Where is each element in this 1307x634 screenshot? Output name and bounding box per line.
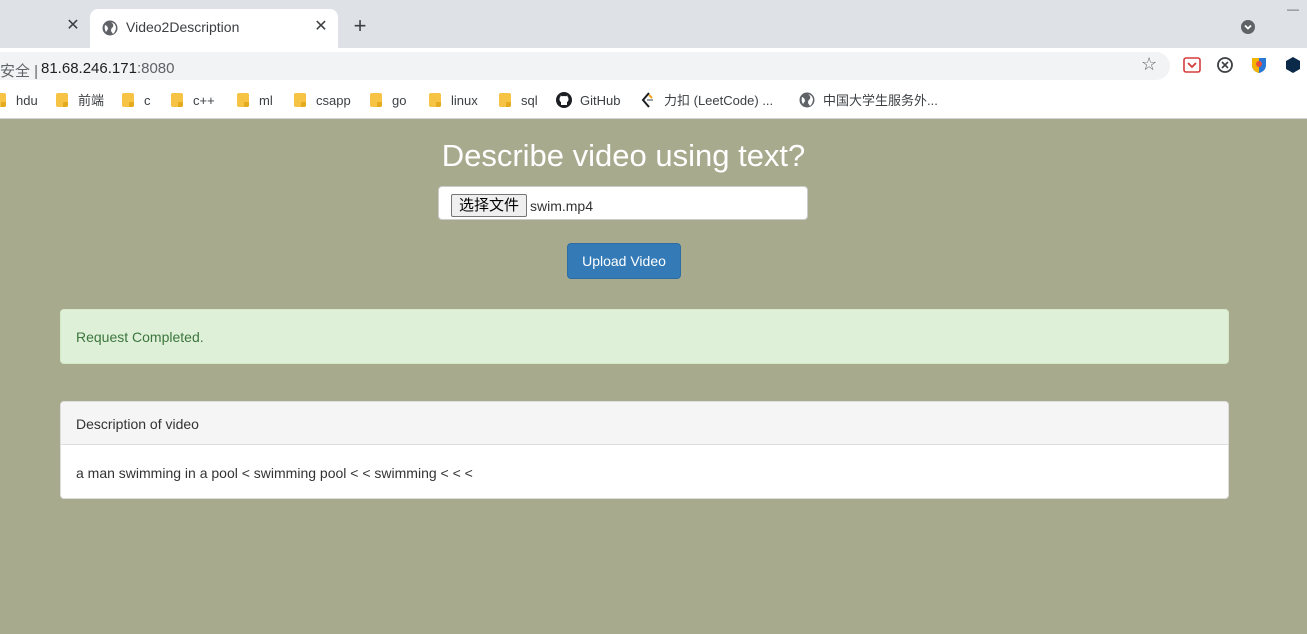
new-tab-icon[interactable]: + bbox=[349, 15, 371, 38]
bookmark-leetcode[interactable]: 力扣 (LeetCode) ... bbox=[640, 92, 773, 110]
description-panel: Description of video a man swimming in a… bbox=[60, 401, 1229, 499]
bookmark-cpp[interactable]: c++ bbox=[171, 92, 215, 110]
globe-icon bbox=[102, 20, 118, 36]
address-bar[interactable]: 安全 | 81.68.246.171:8080 bbox=[0, 52, 1170, 80]
folder-icon bbox=[122, 93, 134, 107]
bookmark-hdu[interactable]: hdu bbox=[0, 92, 38, 110]
bookmark-github[interactable]: GitHub bbox=[556, 92, 620, 110]
panel-header: Description of video bbox=[61, 402, 1228, 445]
page-title: Describe video using text? bbox=[441, 138, 806, 173]
video-description-text: a man swimming in a pool < swimming pool… bbox=[76, 465, 473, 481]
bookmark-csapp[interactable]: csapp bbox=[294, 92, 351, 110]
url-text[interactable]: 81.68.246.171:8080 bbox=[41, 60, 174, 77]
url-host: 81.68.246.171 bbox=[41, 60, 137, 77]
tab-title: Video2Description bbox=[126, 19, 240, 35]
choose-file-button[interactable]: 选择文件 bbox=[451, 194, 528, 217]
folder-icon bbox=[429, 93, 441, 107]
pocket-extension-icon[interactable] bbox=[1183, 56, 1201, 74]
shield-extension-icon[interactable] bbox=[1250, 56, 1268, 74]
folder-icon bbox=[0, 93, 6, 107]
bookmark-go[interactable]: go bbox=[370, 92, 406, 110]
selected-file-name: swim.mp4 bbox=[530, 198, 594, 214]
bookmark-service-outsourcing[interactable]: 中国大学生服务外... bbox=[799, 92, 938, 110]
folder-icon bbox=[370, 93, 382, 107]
panel-title: Description of video bbox=[76, 416, 199, 432]
folder-icon bbox=[499, 93, 511, 107]
bookmark-star-icon[interactable]: ☆ bbox=[1141, 54, 1157, 75]
tab-search-icon[interactable] bbox=[1240, 19, 1256, 35]
folder-icon bbox=[237, 93, 249, 107]
hexagon-extension-icon[interactable] bbox=[1284, 56, 1302, 74]
success-alert: Request Completed. bbox=[60, 309, 1229, 364]
globe-icon bbox=[799, 92, 815, 108]
folder-icon bbox=[56, 93, 68, 107]
folder-icon bbox=[171, 93, 183, 107]
minimize-icon[interactable]: — bbox=[1287, 3, 1301, 15]
github-icon bbox=[556, 92, 572, 108]
close-icon[interactable]: ✕ bbox=[312, 18, 330, 36]
bookmarks-bar: hdu 前端 c c++ ml csapp go linux sql GitHu… bbox=[0, 82, 1307, 119]
navigation-bar: 安全 | 81.68.246.171:8080 ☆ bbox=[0, 48, 1307, 82]
url-port: :8080 bbox=[136, 60, 175, 77]
bookmark-sql[interactable]: sql bbox=[499, 92, 538, 110]
bookmark-linux[interactable]: linux bbox=[429, 92, 478, 110]
tab-video2description[interactable]: Video2Description ✕ bbox=[90, 9, 338, 48]
folder-icon bbox=[294, 93, 306, 107]
sync-extension-icon[interactable] bbox=[1216, 56, 1234, 74]
security-indicator[interactable]: 安全 | bbox=[0, 60, 38, 81]
bookmark-c[interactable]: c bbox=[122, 92, 151, 110]
leetcode-icon bbox=[641, 92, 653, 108]
alert-message: Request Completed. bbox=[76, 329, 204, 345]
bookmark-frontend[interactable]: 前端 bbox=[56, 92, 104, 110]
file-input-field[interactable]: 选择文件 swim.mp4 bbox=[438, 186, 808, 220]
close-icon[interactable]: ✕ bbox=[64, 17, 82, 35]
tab-strip: ✕ Video2Description ✕ + — bbox=[0, 0, 1307, 48]
upload-video-button[interactable]: Upload Video bbox=[567, 243, 681, 279]
bookmark-ml[interactable]: ml bbox=[237, 92, 273, 110]
